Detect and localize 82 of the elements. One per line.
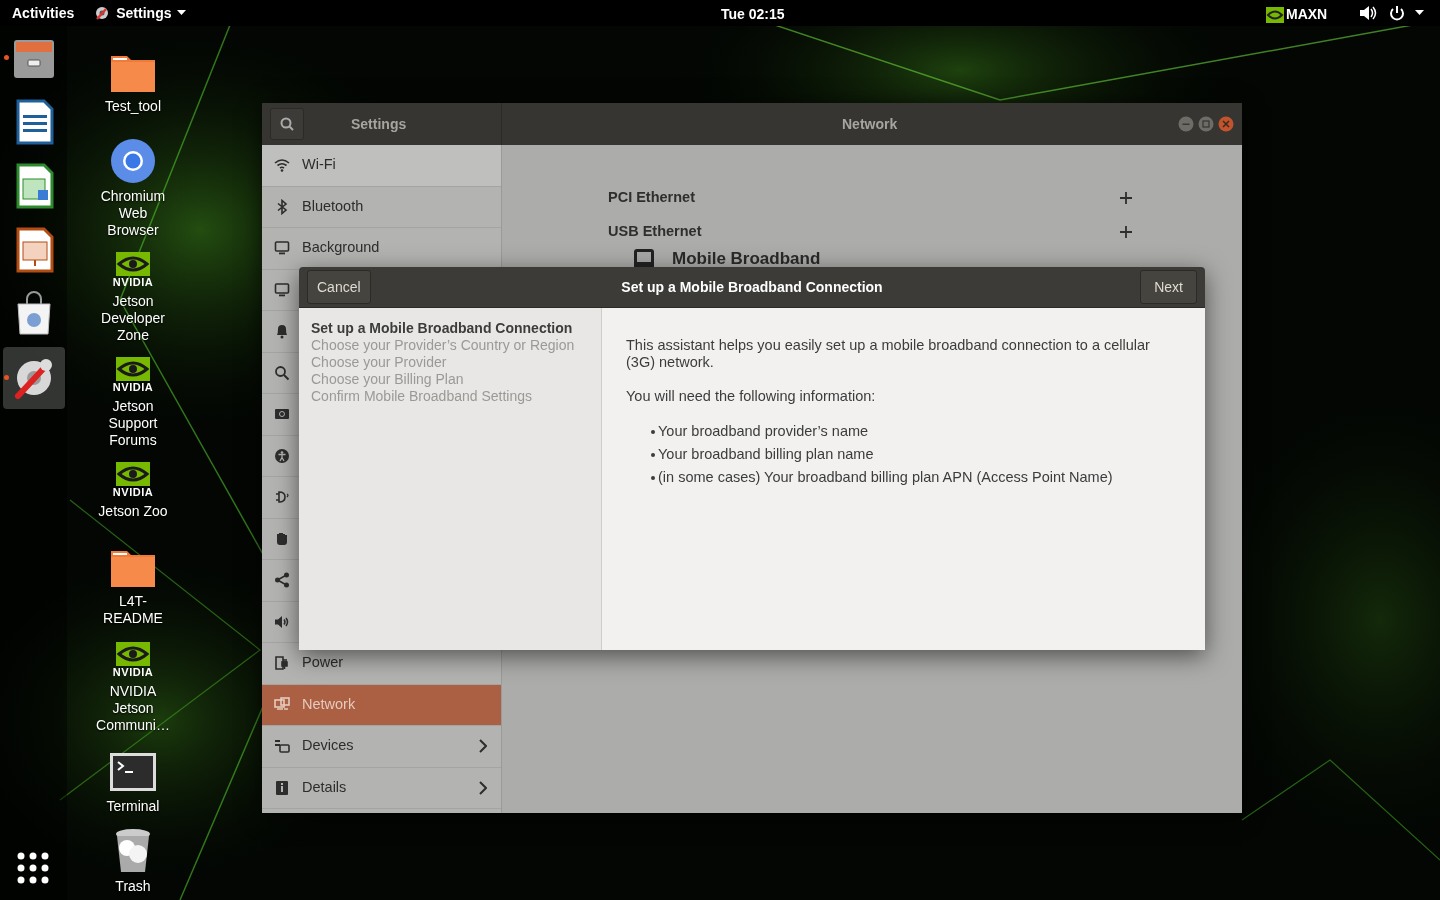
caret-icon[interactable]	[1415, 10, 1424, 16]
monitor-icon	[274, 281, 290, 298]
eye-logo-icon	[116, 357, 150, 381]
power-icon[interactable]	[1389, 5, 1405, 21]
desktop-icon[interactable]: Chromium Web Browser	[88, 138, 178, 239]
trash-can-icon	[114, 828, 152, 874]
gear-icon	[94, 5, 111, 21]
requirement-item: (in some cases) Your broadband billing plan APN (Access Point Name)	[658, 469, 1113, 486]
accessibility-icon	[274, 447, 290, 464]
icon-label: Chromium Web Browser	[99, 188, 167, 239]
step-label: Choose your Billing Plan	[311, 371, 465, 388]
info-heading: You will need the following information:	[626, 388, 877, 405]
add-icon[interactable]	[1120, 192, 1132, 204]
add-icon[interactable]	[1120, 226, 1132, 238]
volume-icon[interactable]	[1359, 5, 1377, 21]
app-grid-icon[interactable]	[17, 852, 49, 884]
search-icon	[274, 364, 290, 381]
requirement-item: Your broadband billing plan name	[658, 446, 874, 463]
eye-logo-icon	[116, 252, 150, 276]
desktop-icon[interactable]: Terminal	[88, 752, 178, 815]
search-button[interactable]	[270, 108, 304, 140]
dock-item[interactable]	[2, 347, 65, 409]
bullet-icon	[651, 429, 655, 434]
eye-logo-icon	[116, 642, 150, 666]
icon-label: L4T-README	[102, 593, 164, 627]
desktop-icon[interactable]: NVIDIA NVIDIA Jetson Communi…	[88, 642, 178, 734]
nvidia-logo: NVIDIA	[112, 642, 154, 679]
icon-label: Jetson Developer Zone	[100, 293, 166, 344]
nvidia-logo: NVIDIA	[112, 252, 154, 289]
icon-label: Trash	[114, 878, 152, 895]
eye-logo-icon	[116, 462, 150, 486]
bell-icon	[274, 323, 290, 340]
terminal-icon	[109, 752, 157, 794]
sidebar-item[interactable]: Wi-Fi	[262, 145, 501, 187]
panel-title: Network	[842, 114, 898, 134]
section-heading: PCI Ethernet	[608, 188, 695, 208]
dialog-title: Set up a Mobile Broadband Connection	[621, 277, 883, 297]
network-icon	[274, 696, 290, 713]
devices-icon	[274, 738, 290, 755]
info-icon	[274, 779, 290, 796]
desktop-icon[interactable]: Test_tool	[88, 52, 178, 115]
activities-button[interactable]: Activities	[12, 2, 75, 24]
step-label: Choose your Provider’s Country or Region	[311, 337, 576, 354]
step-label: Confirm Mobile Broadband Settings	[311, 388, 533, 405]
step-label: Choose your Provider	[311, 354, 448, 371]
desktop-icon[interactable]: Trash	[88, 828, 178, 895]
search-icon	[280, 117, 294, 131]
sidebar-item[interactable]: Details	[262, 767, 501, 809]
desktop-icon[interactable]: NVIDIA Jetson Zoo	[88, 462, 178, 520]
caret-icon	[177, 10, 187, 16]
desktop-icon[interactable]: NVIDIA Jetson Developer Zone	[88, 252, 178, 344]
icon-label: Jetson Support Forums	[107, 398, 159, 449]
sidebar-item[interactable]: Devices	[262, 726, 501, 768]
icon-label: NVIDIA Jetson Communi…	[95, 683, 171, 734]
sidebar-item[interactable]: Bluetooth	[262, 186, 501, 228]
intro-paragraph: This assistant helps you easily set up a mobile broadband connection to a cellular (3G) network.	[626, 337, 1151, 371]
desktop-icon[interactable]: NVIDIA Jetson Support Forums	[88, 357, 178, 449]
nvidia-logo: NVIDIA	[112, 462, 154, 499]
nvidia-logo-icon	[1266, 6, 1284, 23]
bullet-icon	[651, 475, 655, 480]
close-icon[interactable]	[1218, 116, 1234, 132]
monitor-icon	[274, 240, 290, 257]
section-heading: USB Ethernet	[608, 222, 702, 242]
window-title: Settings	[351, 114, 407, 134]
step-label: Set up a Mobile Broadband Connection	[311, 320, 574, 337]
icon-label: Terminal	[105, 798, 161, 815]
share-icon	[274, 572, 290, 589]
requirement-item: Your broadband provider’s name	[658, 423, 869, 440]
desktop-icon[interactable]: L4T-README	[88, 547, 178, 627]
power-mode-indicator[interactable]: MAXN	[1266, 4, 1328, 25]
app-menu[interactable]: Settings	[94, 2, 187, 24]
browser-icon	[110, 138, 156, 184]
cancel-button[interactable]: Cancel	[307, 270, 371, 304]
icon-label: Test_tool	[103, 98, 162, 115]
clock[interactable]: Tue 02:15	[721, 4, 785, 25]
speaker-icon	[274, 613, 290, 630]
nvidia-logo: NVIDIA	[112, 357, 154, 394]
section-heading: Mobile Broadband	[672, 249, 821, 269]
bullet-icon	[651, 452, 655, 457]
icon-label: Jetson Zoo	[97, 503, 169, 520]
next-button[interactable]: Next	[1140, 270, 1197, 304]
wifi-icon	[274, 157, 290, 174]
